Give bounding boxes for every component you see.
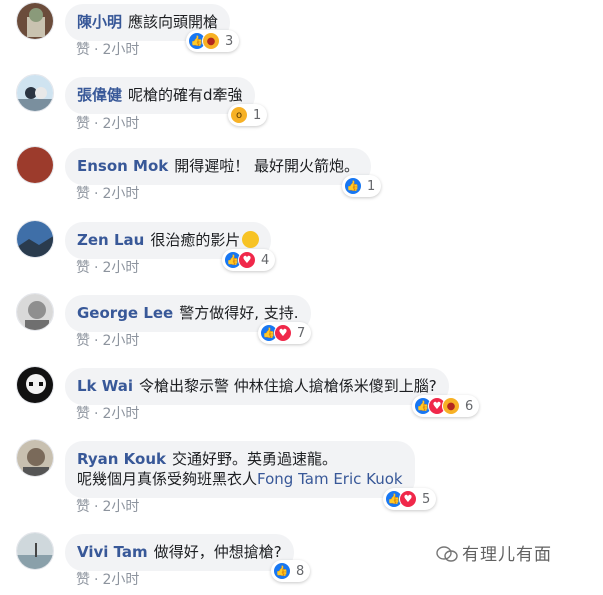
- avatar[interactable]: [16, 439, 54, 477]
- comment-bubble: Lk Wai 令槍出黎示警 仲林住搶人搶槍係米傻到上腦?: [65, 368, 449, 405]
- comment-time[interactable]: 2小时: [102, 116, 139, 132]
- comment-text-line2: 呢幾個月真係受夠班黑衣人: [77, 470, 258, 488]
- like-link[interactable]: 赞: [76, 406, 90, 422]
- comment-time[interactable]: 2小时: [102, 499, 139, 515]
- reaction-summary[interactable]: 👍 ♥ 5: [383, 488, 437, 510]
- comment-author[interactable]: Vivi Tam: [77, 543, 148, 561]
- avatar[interactable]: [16, 366, 54, 404]
- like-link[interactable]: 赞: [76, 333, 90, 349]
- comment-bubble: Ryan Kouk 交通好野。英勇過速龍。 呢幾個月真係受夠班黑衣人Fong Ta…: [65, 441, 415, 498]
- love-reaction-icon: ♥: [274, 324, 292, 342]
- comment-bubble: Vivi Tam 做得好，仲想搶槍?: [65, 534, 294, 571]
- comment-meta: 赞 · 2小时: [76, 42, 139, 58]
- separator-dot: ·: [94, 116, 99, 132]
- like-link[interactable]: 赞: [76, 572, 90, 588]
- comment-text: 交通好野。英勇過速龍。: [172, 450, 338, 468]
- like-link[interactable]: 赞: [76, 499, 90, 515]
- like-link[interactable]: 赞: [76, 186, 90, 202]
- comment-author[interactable]: 陳小明: [77, 13, 122, 31]
- comment-author[interactable]: Zen Lau: [77, 231, 144, 249]
- reaction-summary[interactable]: 👍 1: [342, 175, 382, 197]
- comment-text: 呢槍的確有d牽強: [128, 86, 243, 104]
- comment-author[interactable]: 張偉健: [77, 86, 122, 104]
- separator-dot: ·: [94, 42, 99, 58]
- comment-text: 開得遲啦！ 最好開火箭炮。: [174, 157, 360, 175]
- reaction-count: 1: [253, 107, 262, 123]
- avatar[interactable]: [16, 532, 54, 570]
- comment-time[interactable]: 2小时: [102, 333, 139, 349]
- separator-dot: ·: [94, 572, 99, 588]
- comment-text: 很治癒的影片: [150, 231, 241, 249]
- comment-time[interactable]: 2小时: [102, 42, 139, 58]
- reaction-summary[interactable]: o 1: [228, 104, 268, 126]
- mention-link[interactable]: Fong Tam Eric Kuok: [257, 470, 403, 488]
- comment-text: 警方做得好, 支持.: [179, 304, 299, 322]
- like-link[interactable]: 赞: [76, 116, 90, 132]
- like-link[interactable]: 赞: [76, 42, 90, 58]
- separator-dot: ·: [94, 333, 99, 349]
- avatar[interactable]: [16, 146, 54, 184]
- avatar[interactable]: [16, 2, 54, 40]
- love-reaction-icon: ♥: [399, 490, 417, 508]
- comment-time[interactable]: 2小时: [102, 406, 139, 422]
- smile-emoji-icon: [242, 231, 260, 248]
- angry-reaction-icon: ●: [202, 32, 220, 50]
- comment-author[interactable]: Enson Mok: [77, 157, 168, 175]
- reaction-summary[interactable]: 👍 ♥ ● 6: [412, 395, 480, 417]
- comment-meta: 赞 · 2小时: [76, 260, 139, 276]
- reaction-count: 8: [296, 563, 305, 579]
- comment-time[interactable]: 2小时: [102, 572, 139, 588]
- comment-text: 做得好，仲想搶槍?: [153, 543, 282, 561]
- separator-dot: ·: [94, 186, 99, 202]
- comment-bubble: 張偉健 呢槍的確有d牽強: [65, 77, 255, 114]
- like-reaction-icon: 👍: [273, 562, 291, 580]
- reaction-summary[interactable]: 👍 ♥ 4: [222, 249, 276, 271]
- reaction-count: 5: [422, 491, 431, 507]
- reaction-count: 1: [367, 178, 376, 194]
- watermark: 有理儿有面: [436, 540, 552, 565]
- love-reaction-icon: ♥: [238, 251, 256, 269]
- comment-time[interactable]: 2小时: [102, 186, 139, 202]
- comment-meta: 赞 · 2小时: [76, 572, 139, 588]
- like-link[interactable]: 赞: [76, 260, 90, 276]
- separator-dot: ·: [94, 406, 99, 422]
- reaction-summary[interactable]: 👍 8: [271, 560, 311, 582]
- comment-meta: 赞 · 2小时: [76, 186, 139, 202]
- separator-dot: ·: [94, 260, 99, 276]
- reaction-count: 3: [225, 33, 234, 49]
- comment-time[interactable]: 2小时: [102, 260, 139, 276]
- comment-meta: 赞 · 2小时: [76, 333, 139, 349]
- wechat-icon: [436, 546, 458, 562]
- comment-author[interactable]: George Lee: [77, 304, 173, 322]
- comment-meta: 赞 · 2小时: [76, 499, 139, 515]
- comment-text: 應該向頭開槍: [128, 13, 219, 31]
- avatar[interactable]: [16, 293, 54, 331]
- comment-author[interactable]: Ryan Kouk: [77, 450, 166, 468]
- wow-reaction-icon: o: [230, 106, 248, 124]
- comment-meta: 赞 · 2小时: [76, 116, 139, 132]
- separator-dot: ·: [94, 499, 99, 515]
- comment-author[interactable]: Lk Wai: [77, 377, 133, 395]
- reaction-summary[interactable]: 👍 ● 3: [186, 30, 240, 52]
- comment-bubble: Enson Mok 開得遲啦！ 最好開火箭炮。: [65, 148, 372, 185]
- avatar[interactable]: [16, 220, 54, 258]
- comment-text: 令槍出黎示警 仲林住搶人搶槍係米傻到上腦?: [139, 377, 437, 395]
- reaction-summary[interactable]: 👍 ♥ 7: [258, 322, 312, 344]
- avatar[interactable]: [16, 74, 54, 112]
- watermark-text: 有理儿有面: [462, 545, 552, 565]
- like-reaction-icon: 👍: [344, 177, 362, 195]
- reaction-count: 6: [465, 398, 474, 414]
- reaction-count: 4: [261, 252, 270, 268]
- comment-meta: 赞 · 2小时: [76, 406, 139, 422]
- reaction-count: 7: [297, 325, 306, 341]
- angry-reaction-icon: ●: [442, 397, 460, 415]
